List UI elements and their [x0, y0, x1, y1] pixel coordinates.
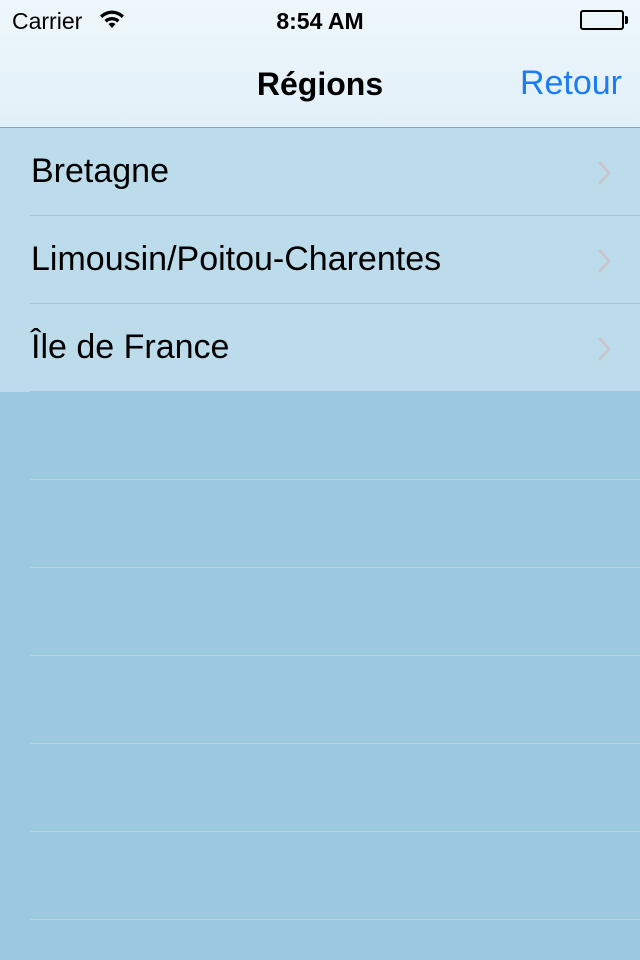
empty-row — [0, 744, 640, 832]
row-label: Bretagne — [31, 152, 169, 190]
table-row[interactable]: Limousin/Poitou-Charentes — [0, 216, 640, 304]
chevron-right-icon — [598, 161, 612, 185]
empty-row — [0, 480, 640, 568]
back-button[interactable]: Retour — [520, 64, 622, 103]
chevron-right-icon — [598, 249, 612, 273]
empty-row — [0, 568, 640, 656]
status-time: 8:54 AM — [276, 8, 364, 34]
row-label: Île de France — [31, 328, 230, 366]
status-bar: Carrier 8:54 AM — [0, 0, 640, 40]
chevron-right-icon — [598, 337, 612, 361]
empty-row — [0, 832, 640, 920]
screen: Carrier 8:54 AM Régions Retour Bretagne — [0, 0, 640, 960]
table-row[interactable]: Bretagne — [0, 128, 640, 216]
empty-row — [0, 392, 640, 480]
row-label: Limousin/Poitou-Charentes — [31, 240, 442, 278]
table-row[interactable]: Île de France — [0, 304, 640, 392]
top-bar: Carrier 8:54 AM Régions Retour — [0, 0, 640, 128]
empty-row — [0, 656, 640, 744]
battery-icon — [580, 10, 628, 30]
regions-table: Bretagne Limousin/Poitou-Charentes Île d… — [0, 128, 640, 920]
row-separator — [30, 919, 640, 920]
